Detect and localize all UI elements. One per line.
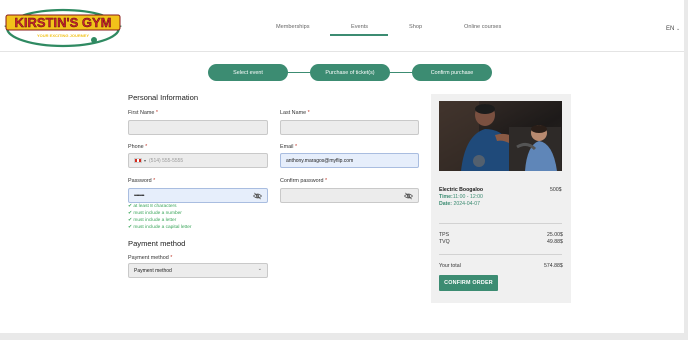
page-frame: KIRSTIN'S GYM YOUR EXCITING JOURNEY Memb…	[0, 0, 684, 333]
payment-method-label: Payment method *	[128, 255, 173, 261]
phone-field[interactable]: ▾ (514) 555-5555	[128, 153, 268, 168]
step-select-event[interactable]: Select event	[208, 64, 288, 81]
confirm-order-button[interactable]: CONFIRM ORDER	[439, 275, 498, 291]
confirm-password-label: Confirm password *	[280, 178, 328, 184]
nav-shop[interactable]: Shop	[409, 24, 422, 30]
email-value: anthony.maragos@myflip.com	[286, 157, 354, 164]
chevron-down-icon[interactable]: ⌄	[676, 26, 680, 32]
tps-value: 25.00$	[547, 232, 563, 238]
phone-label: Phone *	[128, 144, 148, 150]
first-name-label: First Name *	[128, 110, 158, 116]
payment-method-value: Payment method	[134, 267, 172, 274]
payment-method-title: Payment method	[128, 239, 186, 248]
eye-off-icon[interactable]	[253, 192, 262, 200]
gym-logo[interactable]: KIRSTIN'S GYM YOUR EXCITING JOURNEY	[2, 2, 124, 50]
chevron-down-icon[interactable]: ⌄	[258, 266, 262, 272]
password-rule-capital: ✔ must include a capital letter	[128, 225, 192, 230]
password-field[interactable]: ••••••••	[128, 188, 268, 203]
nav-memberships[interactable]: Memberships	[276, 24, 310, 30]
summary-divider	[439, 223, 562, 224]
eye-off-icon[interactable]	[404, 192, 413, 200]
password-rule-letter: ✔ must include a letter	[128, 218, 177, 223]
event-price: 500$	[550, 187, 562, 193]
first-name-field[interactable]	[128, 120, 268, 135]
step-confirm-purchase[interactable]: Confirm purchase	[412, 64, 492, 81]
language-selector[interactable]: EN	[666, 26, 674, 32]
step-purchase-tickets[interactable]: Purchase of ticket(s)	[310, 64, 390, 81]
phone-placeholder: (514) 555-5555	[149, 157, 184, 164]
logo-text: KIRSTIN'S GYM	[15, 15, 112, 30]
confirm-password-field[interactable]	[280, 188, 419, 203]
password-value: ••••••••	[134, 192, 145, 199]
event-name: Electric Boogaloo	[439, 187, 484, 193]
logo-tagline: YOUR EXCITING JOURNEY	[37, 33, 89, 38]
personal-info-title: Personal Information	[128, 93, 199, 102]
tps-label: TPS	[439, 232, 450, 238]
password-rule-number: ✔ must include a number	[128, 211, 182, 216]
email-label: Email *	[280, 144, 298, 150]
event-date: Date: 2024-04-07	[439, 201, 480, 207]
country-dropdown-icon[interactable]: ▾	[144, 158, 146, 163]
password-label: Password *	[128, 178, 156, 184]
header: KIRSTIN'S GYM YOUR EXCITING JOURNEY Memb…	[0, 0, 684, 52]
tvq-label: TVQ	[439, 239, 450, 245]
nav-active-indicator	[330, 34, 388, 36]
summary-divider	[439, 254, 562, 255]
event-time: Time:11:00 - 12:00	[439, 194, 483, 200]
last-name-label: Last Name *	[280, 110, 310, 116]
event-image	[439, 101, 562, 171]
order-summary: Electric Boogaloo 500$ Time:11:00 - 12:0…	[431, 94, 571, 303]
canada-flag-icon[interactable]	[134, 158, 142, 163]
nav-events[interactable]: Events	[351, 24, 368, 30]
tvq-value: 49.88$	[547, 239, 563, 245]
password-rule-length: ✔ at least 8 characters	[128, 204, 177, 209]
payment-method-select[interactable]: Payment method ⌄	[128, 263, 268, 278]
total-label: Your total	[439, 263, 461, 269]
email-field[interactable]: anthony.maragos@myflip.com	[280, 153, 419, 168]
nav-online-courses[interactable]: Online courses	[464, 24, 501, 30]
total-value: 574.88$	[544, 263, 563, 269]
last-name-field[interactable]	[280, 120, 419, 135]
